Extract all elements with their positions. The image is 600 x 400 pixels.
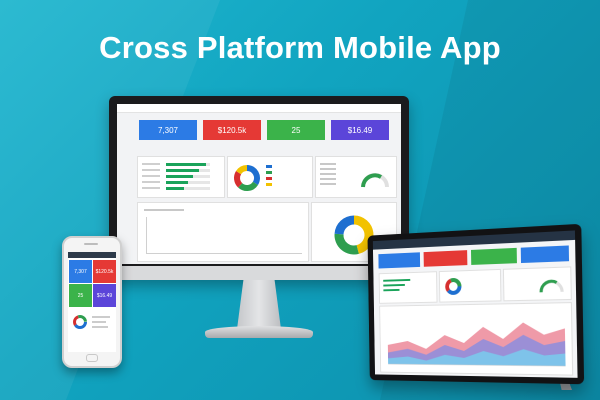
tablet-stat-tile (378, 252, 421, 269)
phone-home-button (86, 354, 98, 362)
monitor-card-line-chart (137, 202, 309, 262)
monitor-stat-value: 7,307 (157, 125, 179, 135)
progress-bar-label (142, 175, 160, 177)
monitor-stat-tile: 7,307 (139, 120, 197, 140)
progress-bar-label (142, 163, 160, 165)
progress-bar-fill (166, 175, 194, 178)
phone-speaker (84, 243, 98, 245)
tablet-card-donut (438, 268, 502, 303)
monitor-stat-tile: 25 (267, 120, 325, 140)
monitor-stat-value: $16.49 (347, 125, 373, 135)
phone-stat-value: 25 (77, 292, 84, 299)
progress-bar-fill (166, 169, 199, 172)
phone-stat-value: 7,307 (74, 268, 87, 275)
monitor-card-gauge (315, 156, 397, 198)
monitor-stand-base (205, 326, 313, 338)
phone-stat-value: $16.49 (96, 292, 113, 299)
phone-donut-chart (73, 315, 87, 329)
headline: Cross Platform Mobile App (99, 30, 501, 65)
progress-bar-label (142, 187, 160, 189)
tablet-stat-tile (520, 245, 570, 264)
phone-stat-tile: $16.49 (93, 284, 116, 307)
smartphone: 7,307 $120.5k 25 $16.49 (62, 236, 122, 368)
donut-slice (334, 233, 359, 255)
phone-stat-tile: 25 (69, 284, 92, 307)
donut-slice (234, 171, 243, 188)
phone-stat-tile: 7,307 (69, 260, 92, 283)
progress-bar-fill (166, 163, 206, 166)
phone-dashboard-screen: 7,307 $120.5k 25 $16.49 (68, 252, 116, 352)
tablet-card-left (378, 271, 438, 304)
tablet-card-area-chart (379, 302, 574, 376)
progress-bar-fill (166, 187, 184, 190)
progress-bar-track (166, 169, 210, 172)
donut-slice (334, 215, 355, 235)
progress-bar-track (166, 175, 210, 178)
phone-stat-value: $120.5k (95, 268, 114, 275)
monitor-topbar (117, 104, 401, 113)
progress-bar-track (166, 187, 210, 190)
progress-bar-label (142, 181, 160, 183)
progress-bar-track (166, 163, 210, 166)
promo-banner: Cross Platform Mobile App 7,307 $120.5k 25… (0, 0, 600, 400)
tablet-stat-tile (470, 247, 517, 265)
monitor-donut-legend (266, 165, 272, 186)
monitor-stat-tile: $120.5k (203, 120, 261, 140)
donut-slice (236, 165, 248, 175)
tablet-donut-chart (444, 276, 463, 296)
tablet-stat-tile (423, 250, 468, 267)
progress-bar-track (166, 181, 210, 184)
monitor-gauge (361, 173, 389, 188)
monitor-stand-neck (237, 280, 281, 328)
donut-slice (238, 181, 258, 191)
progress-bar-label (142, 169, 160, 171)
progress-bar-fill (166, 181, 188, 184)
monitor-card-bars (137, 156, 225, 198)
monitor-stat-value: 25 (291, 125, 301, 135)
phone-topbar (68, 252, 116, 258)
monitor-chin (109, 266, 409, 280)
monitor-dashboard-screen: 7,307 $120.5k 25 $16.49 (117, 104, 401, 264)
monitor-card-donut (227, 156, 313, 198)
tablet (367, 223, 585, 385)
desktop-monitor: 7,307 $120.5k 25 $16.49 (109, 96, 409, 280)
donut-slice (246, 165, 260, 185)
monitor-stat-value: $120.5k (217, 125, 247, 135)
tablet-card-gauge (502, 266, 572, 302)
tablet-area-chart (380, 322, 572, 374)
monitor-checklist (320, 163, 336, 185)
monitor-stat-tile: $16.49 (331, 120, 389, 140)
tablet-dashboard-screen (372, 230, 578, 378)
monitor-donut-chart (234, 165, 260, 191)
tablet-gauge (539, 278, 564, 293)
phone-stat-tile: $120.5k (93, 260, 116, 283)
